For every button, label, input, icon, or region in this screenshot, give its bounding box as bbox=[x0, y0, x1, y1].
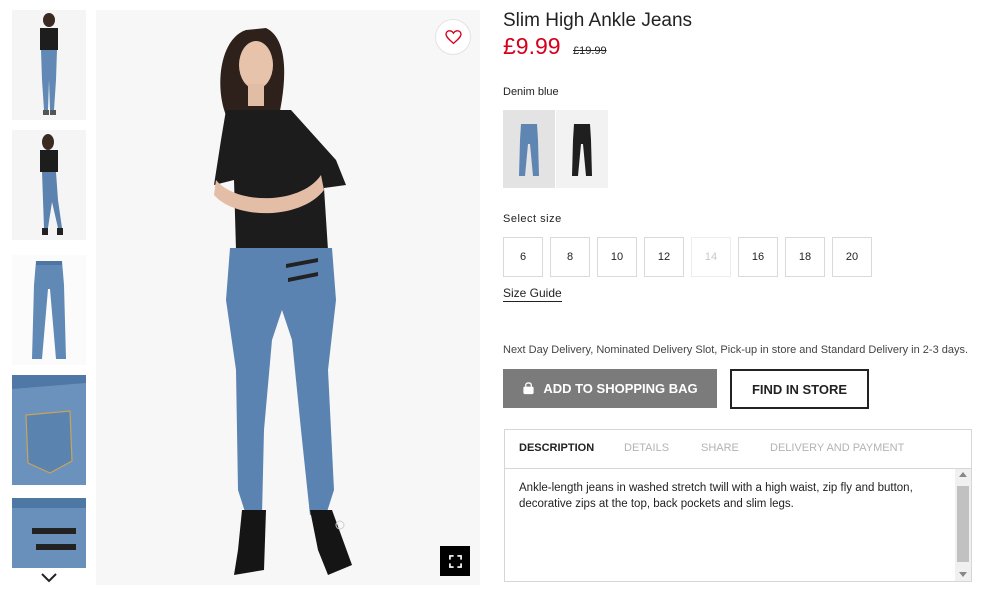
find-in-store-button[interactable]: FIND IN STORE bbox=[730, 369, 869, 409]
add-to-favourites-button[interactable] bbox=[435, 19, 471, 55]
product-description: Ankle-length jeans in washed stretch twi… bbox=[519, 482, 913, 510]
thumbnail-image bbox=[12, 498, 86, 568]
thumbnail-back-pocket[interactable] bbox=[12, 375, 86, 485]
tab-description[interactable]: DESCRIPTION bbox=[519, 442, 594, 454]
size-option[interactable]: 16 bbox=[738, 237, 778, 277]
selected-color-label: Denim blue bbox=[503, 86, 559, 98]
thumbnail-image bbox=[12, 10, 86, 120]
swatch-black[interactable] bbox=[556, 110, 608, 188]
add-to-shopping-bag-button[interactable]: ADD TO SHOPPING BAG bbox=[503, 369, 717, 408]
tab-delivery-and-payment[interactable]: DELIVERY AND PAYMENT bbox=[770, 442, 904, 454]
original-price: £19.99 bbox=[573, 45, 607, 57]
size-option-unavailable: 14 bbox=[691, 237, 731, 277]
chevron-down-icon[interactable] bbox=[38, 568, 60, 588]
scroll-down-arrow-icon[interactable] bbox=[959, 572, 967, 577]
scrollbar-thumb[interactable] bbox=[957, 486, 969, 562]
swatch-denim-blue[interactable] bbox=[503, 110, 555, 188]
delivery-info: Next Day Delivery, Nominated Delivery Sl… bbox=[503, 344, 969, 356]
size-option[interactable]: 20 bbox=[832, 237, 872, 277]
size-option[interactable]: 12 bbox=[644, 237, 684, 277]
scroll-up-arrow-icon[interactable] bbox=[959, 472, 967, 477]
main-product-image[interactable] bbox=[96, 10, 480, 585]
thumbnail-full-front[interactable] bbox=[12, 10, 86, 120]
thumbnail-image bbox=[12, 375, 86, 485]
tab-details[interactable]: DETAILS bbox=[624, 442, 669, 454]
size-option[interactable]: 18 bbox=[785, 237, 825, 277]
size-option[interactable]: 10 bbox=[597, 237, 637, 277]
swatch-image-denim-blue bbox=[519, 124, 539, 176]
product-details-panel: DESCRIPTION DETAILS SHARE DELIVERY AND P… bbox=[504, 429, 972, 582]
heart-icon bbox=[444, 29, 462, 44]
swatch-image-black bbox=[572, 124, 592, 176]
size-guide-link[interactable]: Size Guide bbox=[503, 286, 562, 302]
product-title: Slim High Ankle Jeans bbox=[503, 10, 693, 31]
size-option[interactable]: 8 bbox=[550, 237, 590, 277]
fullscreen-icon bbox=[448, 554, 462, 568]
thumbnail-side-pose[interactable] bbox=[12, 130, 86, 240]
model-photo bbox=[96, 10, 480, 585]
thumbnail-image bbox=[12, 255, 86, 365]
description-scrollbar[interactable] bbox=[955, 469, 971, 581]
add-to-bag-label: ADD TO SHOPPING BAG bbox=[543, 381, 698, 396]
thumbnail-image bbox=[12, 130, 86, 240]
bag-icon bbox=[523, 382, 534, 395]
thumbnail-zip-detail[interactable] bbox=[12, 498, 86, 568]
select-size-label: Select size bbox=[503, 213, 562, 225]
fullscreen-button[interactable] bbox=[440, 546, 470, 576]
tab-share[interactable]: SHARE bbox=[701, 442, 739, 454]
product-price: £9.99 bbox=[503, 33, 561, 59]
tab-divider bbox=[505, 468, 971, 469]
size-option[interactable]: 6 bbox=[503, 237, 543, 277]
thumbnail-flat-jeans[interactable] bbox=[12, 255, 86, 365]
